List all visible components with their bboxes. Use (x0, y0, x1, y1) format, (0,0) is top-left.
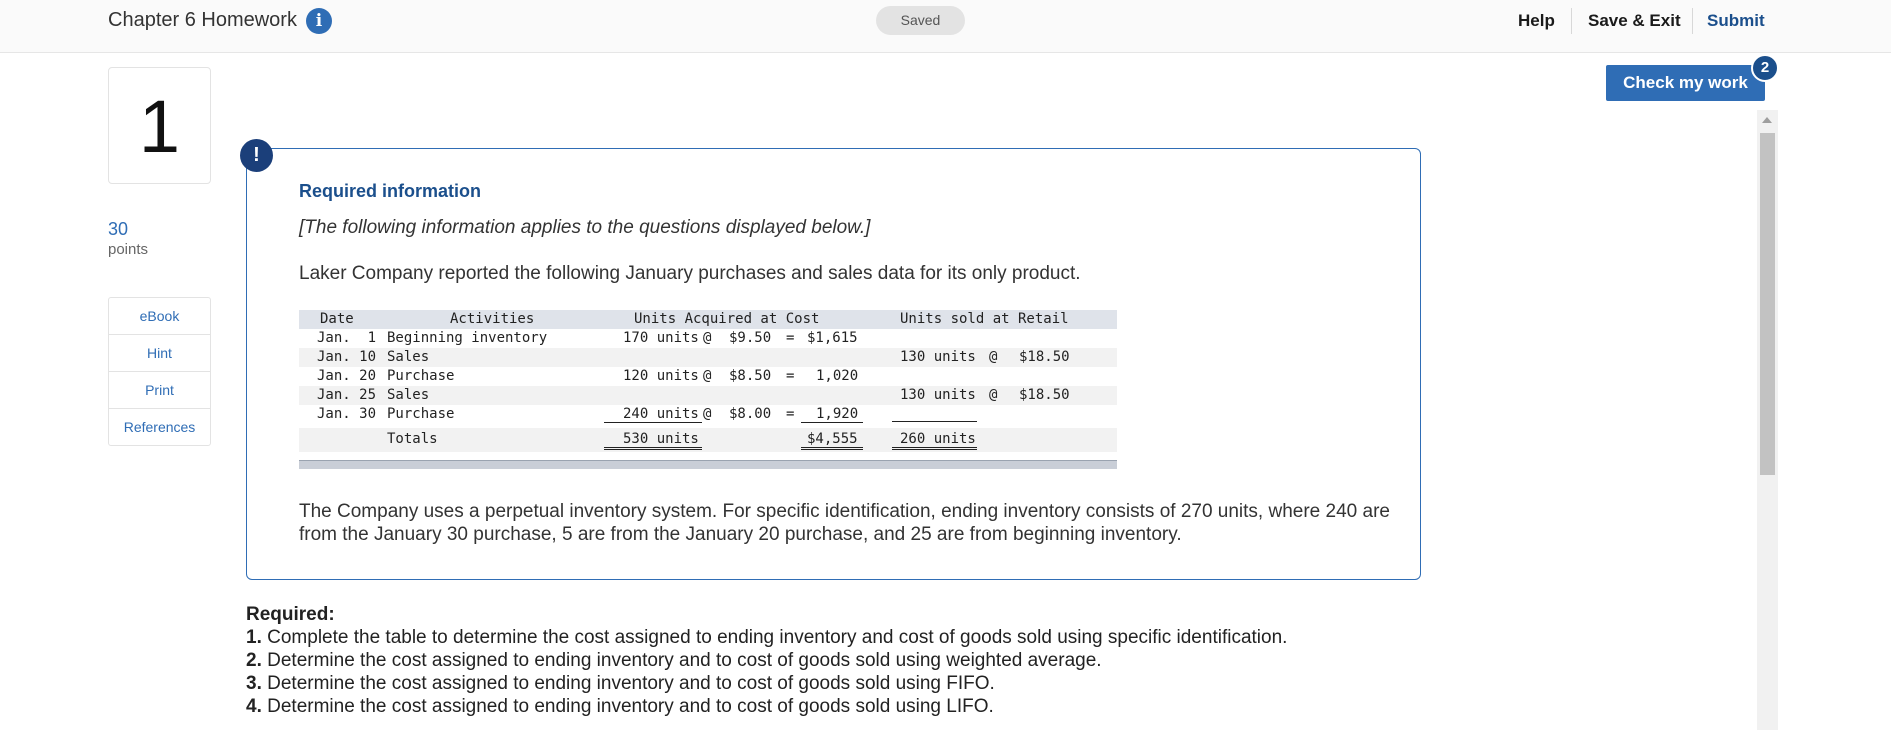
header-divider (1692, 8, 1693, 34)
required-item-3: 3. Determine the cost assigned to ending… (246, 673, 995, 694)
row-total-cost: 1,920 (801, 406, 863, 423)
ebook-link[interactable]: eBook (109, 298, 210, 335)
row-activity: Sales (387, 387, 430, 403)
info-icon[interactable]: i (306, 8, 332, 34)
help-link[interactable]: Help (1518, 11, 1555, 31)
table-row: Jan. 20 Purchase 120 units @ $8.50 = 1,0… (299, 367, 1117, 386)
intro-text: Laker Company reported the following Jan… (299, 263, 1081, 284)
row-at: @ (703, 330, 712, 346)
row-date: Jan. 30 (317, 406, 377, 422)
table-totals-row: Totals 530 units $4,555 260 units (299, 428, 1117, 452)
row-unit-cost: $8.50 (729, 368, 772, 384)
row-activity: Purchase (387, 368, 455, 384)
row-total-cost: 1,020 (816, 368, 859, 384)
table-row: Jan. 25 Sales 130 units @ $18.50 (299, 386, 1117, 405)
col-sold-header: Units sold at Retail (900, 311, 1069, 327)
required-item-1: 1. Complete the table to determine the c… (246, 627, 1288, 648)
check-my-work-button[interactable]: Check my work (1606, 65, 1765, 101)
row-activity: Beginning inventory (387, 330, 548, 346)
points-label: points (108, 241, 149, 258)
row-units: 120 units (623, 368, 699, 384)
row-sold-units: 130 units (900, 349, 976, 365)
row-retail-price: $18.50 (1019, 387, 1070, 403)
row-at: @ (703, 368, 712, 384)
top-bar: Chapter 6 Homework i Saved Help Save & E… (0, 0, 1891, 53)
row-total-cost: $1,615 (807, 330, 858, 346)
save-exit-link[interactable]: Save & Exit (1588, 11, 1681, 31)
row-equals: = (786, 368, 795, 384)
row-sold-at: @ (989, 349, 998, 365)
required-item-4: 4. Determine the cost assigned to ending… (246, 696, 994, 717)
row-equals: = (786, 330, 795, 346)
table-row: Jan. 1 Beginning inventory 170 units @ $… (299, 329, 1117, 348)
scrollbar-thumb[interactable] (1760, 133, 1775, 475)
row-at: @ (703, 406, 712, 422)
col-activities-header: Activities (450, 311, 535, 327)
resources-menu: eBook Hint Print References (108, 297, 211, 446)
purchases-sales-table: Date Activities Units Acquired at Cost U… (299, 310, 1117, 469)
alert-icon: ! (240, 139, 273, 172)
saved-status-badge: Saved (876, 6, 965, 35)
row-date: Jan. 25 (317, 387, 377, 403)
submit-link[interactable]: Submit (1707, 11, 1765, 31)
row-date: Jan. 20 (317, 368, 377, 384)
header-divider (1571, 8, 1572, 34)
row-equals: = (786, 406, 795, 422)
row-retail-price: $18.50 (1019, 349, 1070, 365)
totals-cost: $4,555 (801, 431, 863, 450)
row-units: 170 units (623, 330, 699, 346)
row-sold-at: @ (989, 387, 998, 403)
points-value: 30 (108, 219, 129, 239)
check-attempts-badge: 2 (1751, 54, 1779, 82)
required-heading: Required: (246, 604, 335, 625)
totals-units: 530 units (604, 431, 702, 450)
applies-note: [The following information applies to th… (299, 217, 871, 238)
row-date: Jan. 1 (317, 330, 377, 346)
table-footer-bar (299, 460, 1117, 469)
required-item-2: 2. Determine the cost assigned to ending… (246, 650, 1102, 671)
row-units: 240 units (604, 406, 702, 423)
perpetual-system-text: The Company uses a perpetual inventory s… (299, 501, 1390, 545)
hint-link[interactable]: Hint (109, 335, 210, 372)
totals-sold-units: 260 units (892, 431, 977, 450)
col-acquired-header: Units Acquired at Cost (634, 311, 820, 327)
row-activity: Sales (387, 349, 430, 365)
assignment-title: Chapter 6 Homework (108, 9, 297, 31)
question-number: 1 (138, 85, 181, 168)
row-unit-cost: $8.00 (729, 406, 772, 422)
question-number-box: 1 (108, 67, 211, 184)
row-sold-units: 130 units (900, 387, 976, 403)
references-link[interactable]: References (109, 409, 210, 446)
totals-label: Totals (387, 431, 438, 447)
row-activity: Purchase (387, 406, 455, 422)
sold-subtotal-line (892, 406, 977, 422)
table-row: Jan. 10 Sales 130 units @ $18.50 (299, 348, 1117, 367)
required-section: Required: 1. Complete the table to deter… (246, 603, 1287, 718)
required-information-heading: Required information (299, 181, 482, 201)
row-date: Jan. 10 (317, 349, 377, 365)
table-row: Jan. 30 Purchase 240 units @ $8.00 = 1,9… (299, 405, 1117, 424)
row-unit-cost: $9.50 (729, 330, 772, 346)
table-header-row: Date Activities Units Acquired at Cost U… (299, 310, 1117, 329)
scroll-up-arrow-icon[interactable] (1762, 117, 1772, 123)
col-date-header: Date (320, 311, 354, 327)
print-link[interactable]: Print (109, 372, 210, 409)
